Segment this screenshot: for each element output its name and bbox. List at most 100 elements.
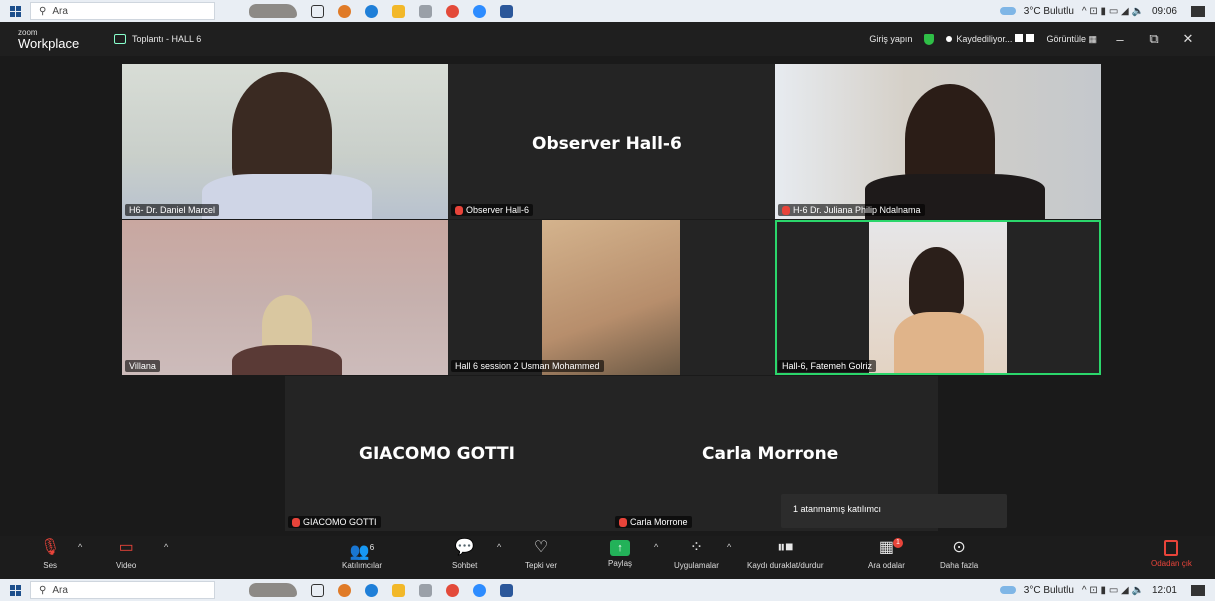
restore-button[interactable]: ⧉ — [1143, 31, 1165, 47]
search-icon: ⚲ — [39, 5, 47, 17]
view-button[interactable]: Görüntüle ▦ — [1046, 34, 1097, 45]
meeting-info-icon — [114, 34, 126, 44]
participants-button[interactable]: 👥6 Katılımcılar — [342, 538, 382, 570]
chat-button[interactable]: 💬 Sohbet — [452, 538, 477, 570]
video-tile-observer[interactable]: Observer Hall-6 Observer Hall-6 — [448, 64, 775, 219]
leave-label: Odadan çık — [1151, 559, 1192, 568]
recording-text: Kaydediliyor... — [956, 34, 1013, 44]
react-button[interactable]: ♡ Tepki ver — [525, 538, 557, 570]
breakout-rooms-button[interactable]: ▦ 1 Ara odalar — [868, 538, 905, 570]
clock[interactable]: 12:01 — [1152, 585, 1177, 596]
zoom-icon[interactable] — [473, 4, 486, 18]
share-options-caret[interactable]: ^ — [654, 542, 658, 552]
chat-icon: 💬 — [454, 539, 475, 556]
more-button[interactable]: ⊙ Daha fazla — [940, 538, 978, 570]
windows-start-button[interactable] — [0, 5, 30, 17]
clock[interactable]: 09:06 — [1152, 6, 1177, 17]
video-off-icon: ▭ — [118, 539, 134, 556]
weather-text[interactable]: 3°C Bulutlu — [1024, 6, 1074, 17]
apps-options-caret[interactable]: ^ — [727, 542, 731, 552]
muted-mic-icon — [455, 205, 463, 215]
audio-button[interactable]: 🎙 Ses — [40, 538, 60, 570]
participant-name-tag: H6- Dr. Daniel Marcel — [125, 204, 220, 216]
participant-name-tag: GIACOMO GOTTI — [288, 516, 381, 528]
usman-video-feed — [542, 220, 680, 375]
file-explorer-icon[interactable] — [392, 583, 405, 597]
video-tile-villana[interactable]: Villana — [122, 220, 448, 375]
participant-name-tag: Carla Morrone — [615, 516, 692, 528]
weather-text[interactable]: 3°C Bulutlu — [1024, 585, 1074, 596]
participant-shirt — [894, 312, 984, 373]
tray-icons[interactable]: ^ ⊡ ▮ ▭ ◢ 🔈 — [1082, 6, 1144, 17]
security-shield-icon[interactable] — [924, 33, 935, 45]
leave-room-button[interactable]: Odadan çık — [1151, 538, 1192, 568]
react-label: Tepki ver — [525, 561, 558, 570]
share-button[interactable]: ↑ Paylaş — [608, 538, 632, 568]
app-icon[interactable] — [338, 4, 351, 18]
windows-taskbar-top: ⚲ Ara 3°C Bulutlu ^ ⊡ ▮ ▭ ◢ 🔈 09:06 — [0, 0, 1215, 22]
mic-muted-icon: 🎙 — [40, 539, 61, 556]
taskbar-search-box[interactable]: ⚲ Ara — [30, 581, 215, 599]
system-tray: 3°C Bulutlu ^ ⊡ ▮ ▭ ◢ 🔈 09:06 — [999, 5, 1215, 17]
notifications-icon[interactable] — [1191, 584, 1205, 596]
edge-icon[interactable] — [365, 583, 378, 597]
windows-taskbar-bottom: ⚲ Ara 3°C Bulutlu ^ ⊡ ▮ ▭ ◢ 🔈 12:01 — [0, 579, 1215, 601]
video-options-caret[interactable]: ^ — [164, 542, 168, 552]
taskbar-search-box[interactable]: ⚲ Ara — [30, 2, 215, 20]
word-icon[interactable] — [500, 583, 513, 597]
rhino-image-icon — [249, 583, 297, 597]
chrome-icon[interactable] — [446, 4, 459, 18]
task-view-icon[interactable] — [311, 583, 324, 597]
recording-indicator[interactable]: Kaydediliyor... — [946, 34, 1035, 44]
video-gallery: H6- Dr. Daniel Marcel Observer Hall-6 Ob… — [0, 56, 1215, 536]
search-placeholder: Ara — [52, 584, 68, 596]
name-text: H-6 Dr. Juliana Philip Ndalnama — [793, 205, 921, 215]
zoom-title-bar: zoom Workplace Toplantı - HALL 6 Giriş y… — [0, 22, 1215, 56]
windows-logo-icon — [9, 5, 21, 17]
file-explorer-icon[interactable] — [392, 4, 405, 18]
name-text: Carla Morrone — [630, 517, 688, 527]
video-button[interactable]: ▭ Video — [116, 538, 136, 570]
pause-icon[interactable] — [1015, 34, 1024, 42]
stop-icon[interactable] — [1026, 34, 1035, 42]
breakout-rooms-icon: ▦ 1 — [879, 538, 903, 558]
settings-icon[interactable] — [419, 4, 432, 18]
video-tile-juliana[interactable]: H-6 Dr. Juliana Philip Ndalnama — [775, 64, 1101, 219]
video-tile-usman[interactable]: Hall 6 session 2 Usman Mohammed — [448, 220, 775, 375]
search-placeholder: Ara — [52, 5, 68, 17]
video-tile-daniel[interactable]: H6- Dr. Daniel Marcel — [122, 64, 448, 219]
notifications-icon[interactable] — [1191, 5, 1205, 17]
meeting-title[interactable]: Toplantı - HALL 6 — [114, 34, 201, 44]
participant-shirt — [202, 174, 372, 219]
muted-mic-icon — [292, 517, 300, 527]
video-tile-fatemeh[interactable]: Hall-6, Fatemeh Golriz — [775, 220, 1101, 375]
audio-options-caret[interactable]: ^ — [78, 542, 82, 552]
edge-icon[interactable] — [365, 4, 378, 18]
audio-label: Ses — [43, 561, 58, 570]
chat-options-caret[interactable]: ^ — [497, 542, 501, 552]
minimize-button[interactable]: – — [1109, 32, 1131, 47]
task-view-icon[interactable] — [311, 4, 324, 18]
participant-name-tag: H-6 Dr. Juliana Philip Ndalnama — [778, 204, 925, 216]
word-icon[interactable] — [500, 4, 513, 18]
close-button[interactable]: ✕ — [1177, 31, 1199, 47]
settings-icon[interactable] — [419, 583, 432, 597]
heart-icon: ♡ — [533, 539, 549, 556]
pause-stop-icon: ⏸⏹ — [777, 539, 794, 556]
app-icon[interactable] — [338, 583, 351, 597]
chrome-icon[interactable] — [446, 583, 459, 597]
brand-big: Workplace — [18, 35, 80, 51]
windows-start-button[interactable] — [0, 584, 30, 596]
apps-button[interactable]: ⁘ Uygulamalar — [674, 538, 719, 570]
tray-icons[interactable]: ^ ⊡ ▮ ▭ ◢ 🔈 — [1082, 585, 1144, 596]
participants-count: 6 — [369, 543, 375, 552]
zoom-icon[interactable] — [473, 583, 486, 597]
muted-mic-icon — [619, 517, 627, 527]
participant-name-center: GIACOMO GOTTI — [359, 444, 515, 464]
record-controls-button[interactable]: ⏸⏹ Kaydı duraklat/durdur — [747, 538, 824, 570]
share-label: Paylaş — [608, 559, 633, 568]
video-tile-giacomo[interactable]: GIACOMO GOTTI GIACOMO GOTTI — [285, 376, 612, 531]
sign-in-link[interactable]: Giriş yapın — [869, 34, 912, 44]
meeting-toolbar: 🎙 Ses ^ ▭ Video ^ 👥6 Katılımcılar 💬 Sohb… — [0, 536, 1215, 579]
leave-icon — [1164, 540, 1179, 556]
